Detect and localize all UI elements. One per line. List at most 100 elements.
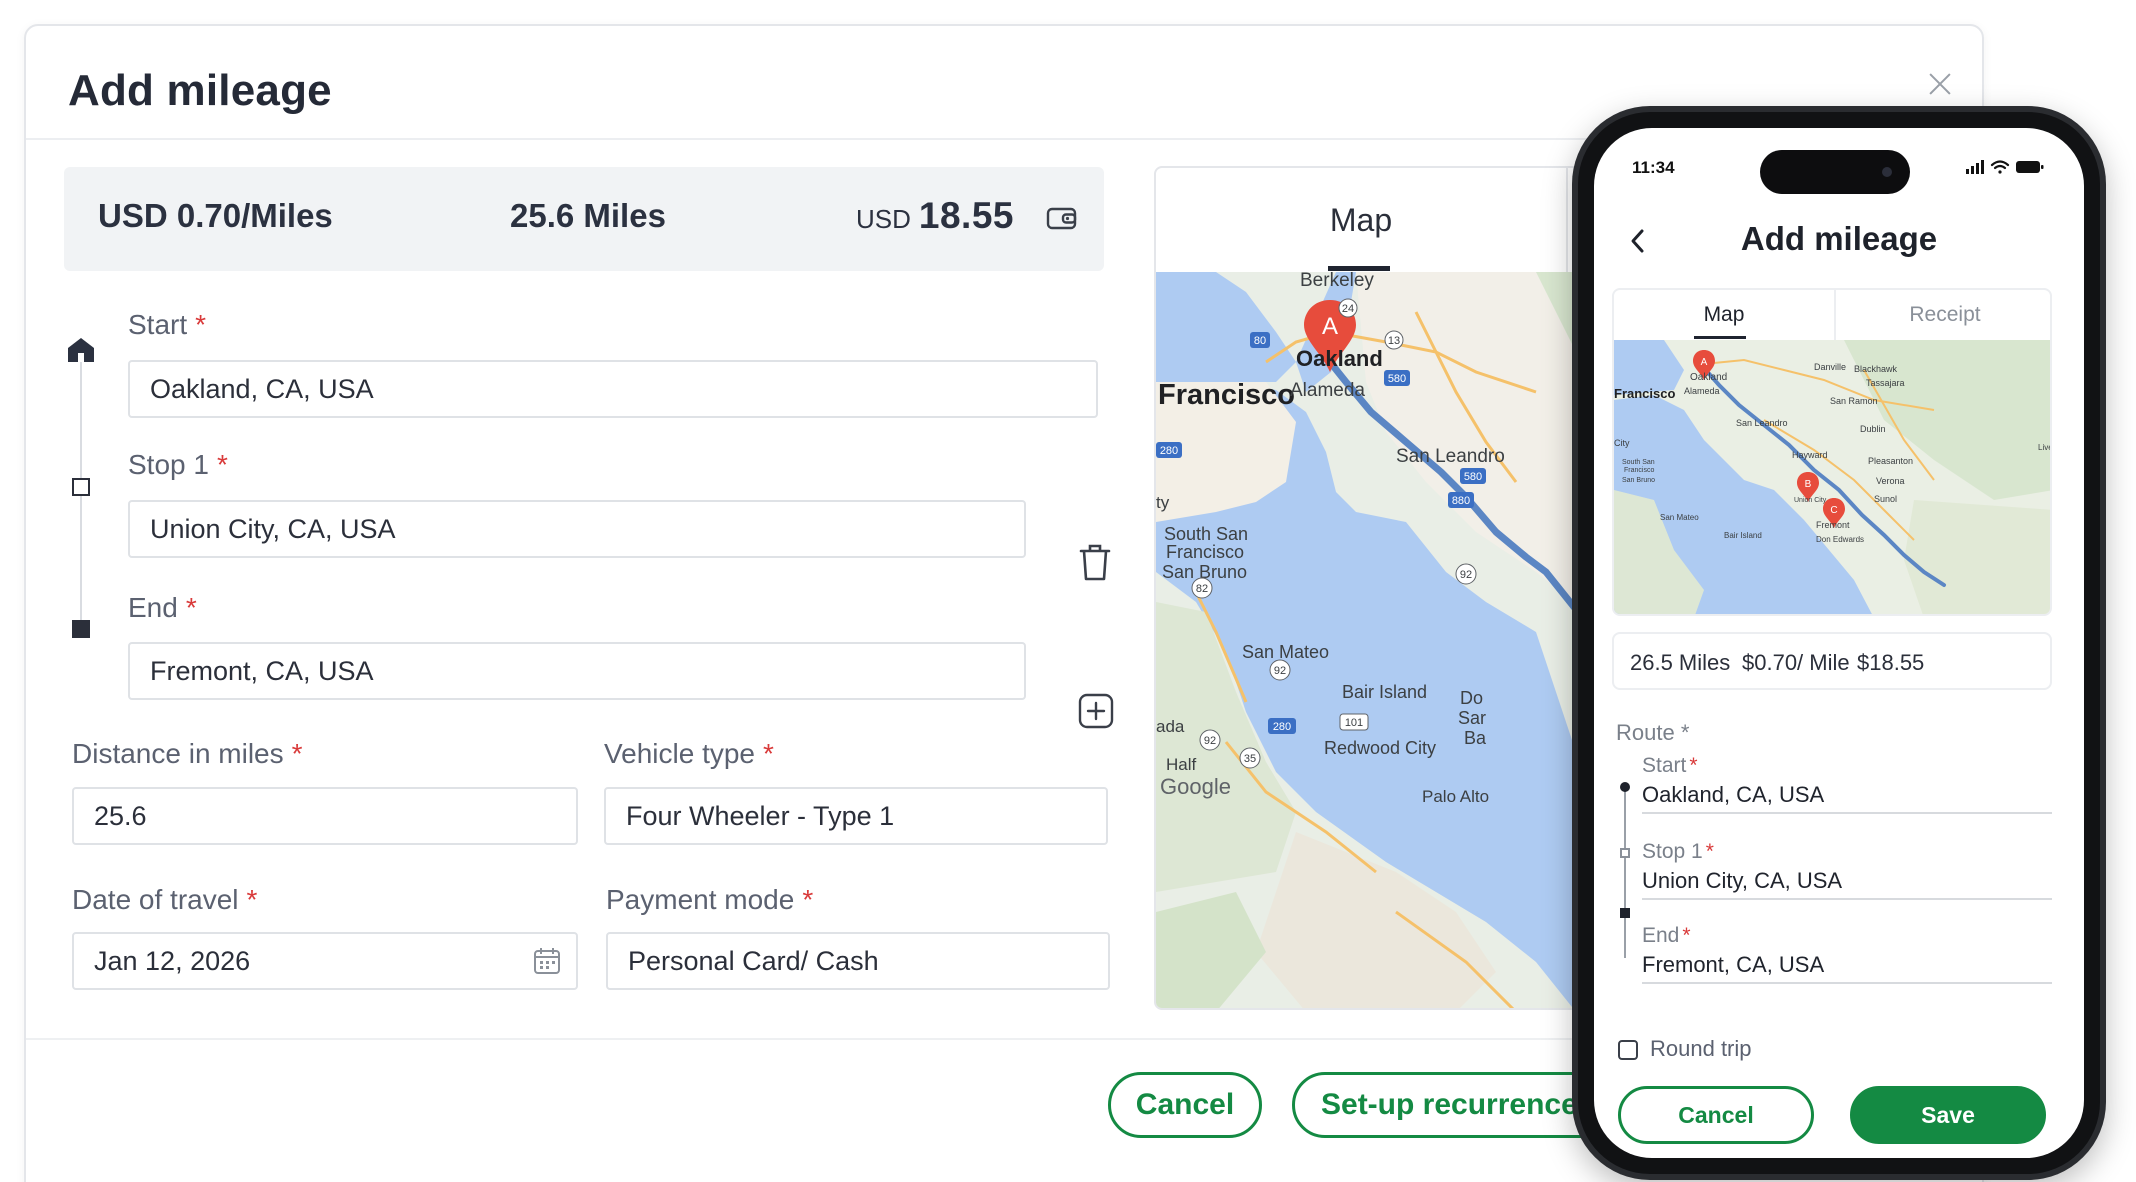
modal-title: Add mileage	[68, 66, 332, 115]
phone-map-label-oakland: Oakland	[1690, 372, 1727, 383]
home-icon	[68, 338, 94, 362]
stop-square-icon	[1620, 848, 1630, 858]
stop-square-icon	[72, 478, 90, 496]
close-icon[interactable]	[1920, 64, 1960, 104]
phone-tab-receipt[interactable]: Receipt	[1836, 290, 2050, 340]
phone-map-label-sunol: Sunol	[1874, 494, 1897, 504]
phone-map-label-tassajara: Tassajara	[1866, 378, 1905, 388]
trash-icon[interactable]	[1078, 542, 1112, 582]
start-value: Oakland, CA, USA	[150, 373, 374, 404]
phone-map-label-south-sf2: Francisco	[1624, 467, 1654, 474]
tab-map[interactable]: Map	[1156, 168, 1566, 272]
map-label-oakland: Oakland	[1296, 346, 1383, 371]
date-label: Date of travel *	[72, 884, 257, 916]
tab-map-underline	[1328, 266, 1390, 271]
battery-icon	[2016, 161, 2044, 173]
cancel-button[interactable]: Cancel	[1108, 1072, 1262, 1138]
phone-mockup: 11:34 Add mileage Map Receipt A B C Fran…	[1572, 106, 2106, 1180]
phone-map-label-fremont: Fremont	[1816, 520, 1850, 530]
phone-map-label-hayward: Hayward	[1792, 450, 1828, 460]
map-label-san-leandro: San Leandro	[1396, 446, 1505, 467]
plus-square-icon[interactable]	[1078, 693, 1114, 729]
map-label-south-sf-1: South San	[1164, 524, 1248, 544]
end-label: End *	[128, 592, 197, 624]
phone-map-label-blackhawk: Blackhawk	[1854, 364, 1898, 374]
payment-value: Personal Card/ Cash	[628, 945, 879, 976]
vehicle-value: Four Wheeler - Type 1	[626, 800, 895, 831]
required-mark: *	[195, 309, 207, 340]
shield-280a: 280	[1160, 445, 1178, 457]
phone-map-label-verona: Verona	[1876, 476, 1905, 486]
map-label-ba: Ba	[1464, 728, 1487, 748]
map-label-redwood-city: Redwood City	[1324, 738, 1436, 758]
dynamic-island	[1760, 150, 1910, 194]
phone-marker-c: C	[1830, 505, 1837, 516]
phone-stop1-label: Stop 1 *	[1642, 840, 1714, 864]
round-trip-checkbox[interactable]	[1618, 1040, 1638, 1060]
mileage-summary: USD 0.70/Miles 25.6 Miles USD 18.55	[64, 167, 1104, 271]
required-mark: *	[246, 884, 258, 915]
vehicle-label-text: Vehicle type	[604, 738, 755, 769]
phone-end-input[interactable]: Fremont, CA, USA	[1642, 952, 1824, 978]
shield-580a: 580	[1388, 373, 1406, 385]
map-label-do: Do	[1460, 688, 1483, 708]
phone-map-label-pleasanton: Pleasanton	[1868, 456, 1913, 466]
phone-summary-rate: $0.70/ Mile	[1742, 650, 1850, 675]
shield-101: 101	[1345, 717, 1363, 729]
required-mark: *	[802, 884, 814, 915]
phone-map-label-danville: Danville	[1814, 362, 1846, 372]
shield-13: 13	[1388, 335, 1400, 347]
phone-tab-map[interactable]: Map	[1614, 290, 1834, 340]
phone-map-label-san-bruno: San Bruno	[1622, 477, 1655, 484]
phone-cancel-button[interactable]: Cancel	[1618, 1086, 1814, 1144]
date-value: Jan 12, 2026	[94, 945, 251, 976]
phone-map-label-union-city: Union City	[1794, 497, 1827, 504]
google-logo: Google	[1160, 774, 1231, 799]
map-label-ty: ty	[1156, 493, 1170, 512]
map-label-ada: ada	[1156, 717, 1185, 736]
date-input[interactable]: Jan 12, 2026	[72, 932, 578, 990]
phone-tab-underline	[1694, 336, 1746, 339]
required-mark: *	[185, 592, 197, 623]
shield-92a: 92	[1460, 569, 1472, 581]
payment-select[interactable]: Personal Card/ Cash	[606, 932, 1110, 990]
phone-start-label: Start *	[1642, 754, 1698, 778]
distance-label-text: Distance in miles	[72, 738, 284, 769]
stop1-label: Stop 1 *	[128, 449, 228, 481]
phone-route-map[interactable]: A B C Francisco Oakland Alameda Danville…	[1614, 340, 2052, 616]
end-label-text: End	[128, 592, 178, 623]
phone-start-input[interactable]: Oakland, CA, USA	[1642, 782, 1824, 808]
required-mark: *	[291, 738, 303, 769]
phone-stop1-underline	[1642, 898, 2052, 900]
phone-map-label-city: City	[1614, 438, 1630, 448]
phone-start-label-text: Start	[1642, 754, 1687, 777]
start-input[interactable]: Oakland, CA, USA	[128, 360, 1098, 418]
shield-35: 35	[1244, 753, 1256, 765]
end-square-icon	[1620, 908, 1630, 918]
map-label-san-mateo: San Mateo	[1242, 642, 1329, 662]
round-trip-label: Round trip	[1650, 1036, 1752, 1061]
phone-summary-miles: 26.5 Miles	[1630, 650, 1731, 675]
phone-route-label: Route *	[1616, 720, 1690, 745]
phone-map-label-south-sf: South San	[1622, 459, 1655, 466]
phone-save-button[interactable]: Save	[1850, 1086, 2046, 1144]
phone-map-label-live: Live	[2038, 443, 2052, 452]
phone-route-connector	[1624, 786, 1626, 958]
required-mark: *	[1682, 924, 1691, 947]
phone-screen: 11:34 Add mileage Map Receipt A B C Fran…	[1594, 128, 2084, 1158]
end-input[interactable]: Fremont, CA, USA	[128, 642, 1026, 700]
calendar-icon[interactable]	[532, 946, 562, 976]
phone-title: Add mileage	[1740, 220, 1938, 257]
stop1-input[interactable]: Union City, CA, USA	[128, 500, 1026, 558]
phone-summary-total: $18.55	[1857, 650, 1925, 675]
phone-stop1-input[interactable]: Union City, CA, USA	[1642, 868, 1842, 894]
map-label-berkeley: Berkeley	[1300, 272, 1374, 291]
phone-map-label-san-leandro: San Leandro	[1736, 418, 1788, 428]
phone-map-label-don-edwards: Don Edwards	[1816, 535, 1864, 544]
distance-input[interactable]: 25.6	[72, 787, 578, 845]
shield-92c: 92	[1204, 735, 1216, 747]
vehicle-select[interactable]: Four Wheeler - Type 1	[604, 787, 1108, 845]
phone-end-label: End *	[1642, 924, 1691, 948]
tab-divider	[1566, 168, 1568, 272]
stage: Add mileage USD 0.70/Miles 25.6 Miles US…	[0, 0, 2136, 1182]
